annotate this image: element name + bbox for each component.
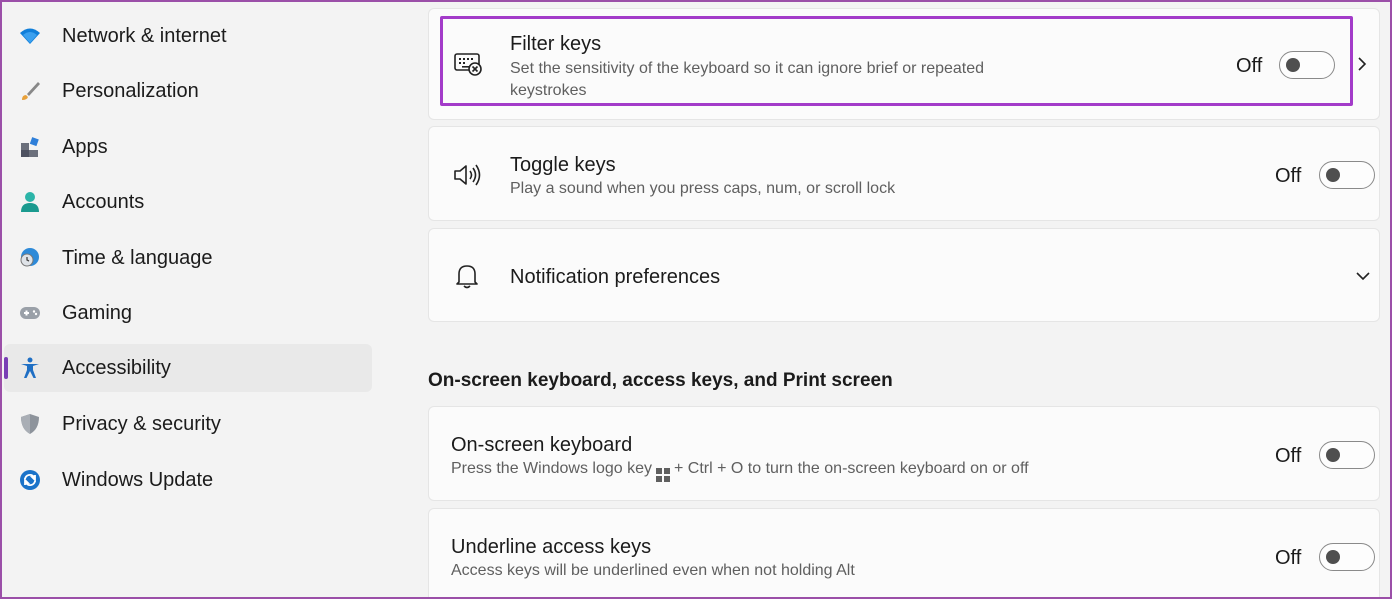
toggle-knob xyxy=(1326,168,1340,182)
sidebar-item-label: Windows Update xyxy=(62,469,214,491)
sidebar-item-label: Accessibility xyxy=(62,357,171,379)
filter-keys-description-line1: Set the sensitivity of the keyboard so i… xyxy=(510,60,985,77)
keyboard-filter-icon xyxy=(452,47,484,79)
toggle-keys-title: Toggle keys xyxy=(510,154,616,176)
wifi-icon xyxy=(18,24,42,48)
sidebar: Network & internet Personalization Apps … xyxy=(0,0,390,599)
toggle-keys-state: Off xyxy=(1275,165,1302,187)
filter-keys-title: Filter keys xyxy=(510,33,602,55)
underline-access-keys-title: Underline access keys xyxy=(451,536,652,558)
shield-icon xyxy=(18,412,42,436)
onscreen-keyboard-card[interactable]: On-screen keyboard Press the Windows log… xyxy=(428,406,1380,501)
bell-icon xyxy=(451,260,483,292)
notification-preferences-title: Notification preferences xyxy=(510,266,721,288)
sidebar-item-apps[interactable]: Apps xyxy=(4,123,372,171)
sidebar-item-label: Privacy & security xyxy=(62,413,221,435)
windows-logo-icon xyxy=(655,468,670,482)
gamepad-icon xyxy=(18,301,42,325)
toggle-knob xyxy=(1286,58,1300,72)
underline-access-keys-description: Access keys will be underlined even when… xyxy=(451,562,855,579)
sidebar-item-network[interactable]: Network & internet xyxy=(4,12,372,60)
toggle-keys-toggle[interactable] xyxy=(1319,161,1375,189)
notification-preferences-card[interactable]: Notification preferences xyxy=(428,228,1380,322)
chevron-down-icon[interactable] xyxy=(1355,268,1371,284)
underline-access-keys-state: Off xyxy=(1275,547,1302,569)
sidebar-item-time-language[interactable]: Time & language xyxy=(4,234,372,282)
underline-access-keys-card[interactable]: Underline access keys Access keys will b… xyxy=(428,508,1380,599)
sidebar-item-label: Network & internet xyxy=(62,25,227,47)
apps-icon xyxy=(18,135,42,159)
section-title: On-screen keyboard, access keys, and Pri… xyxy=(428,370,893,391)
brush-icon xyxy=(18,79,42,103)
toggle-knob xyxy=(1326,550,1340,564)
toggle-knob xyxy=(1326,448,1340,462)
toggle-keys-card[interactable]: Toggle keys Play a sound when you press … xyxy=(428,126,1380,221)
filter-keys-toggle[interactable] xyxy=(1279,51,1335,79)
onscreen-keyboard-title: On-screen keyboard xyxy=(451,434,633,456)
desc-before: Press the Windows logo key xyxy=(451,460,652,477)
toggle-keys-description: Play a sound when you press caps, num, o… xyxy=(510,180,896,197)
filter-keys-description-line2: keystrokes xyxy=(510,82,587,99)
update-icon xyxy=(18,468,42,492)
sidebar-item-windows-update[interactable]: Windows Update xyxy=(4,456,372,504)
filter-keys-card[interactable]: Filter keys Set the sensitivity of the k… xyxy=(440,16,1353,106)
active-indicator xyxy=(4,357,8,379)
sidebar-item-label: Time & language xyxy=(62,247,213,269)
sidebar-item-label: Apps xyxy=(62,136,108,158)
desc-after: + Ctrl + O to turn the on-screen keyboar… xyxy=(673,460,1029,477)
sidebar-item-gaming[interactable]: Gaming xyxy=(4,289,372,337)
underline-access-keys-toggle[interactable] xyxy=(1319,543,1375,571)
filter-keys-state: Off xyxy=(1236,55,1263,77)
speaker-icon xyxy=(451,159,483,191)
onscreen-keyboard-description: Press the Windows logo key + Ctrl + O to … xyxy=(451,458,1029,482)
sidebar-item-privacy-security[interactable]: Privacy & security xyxy=(4,400,372,448)
chevron-right-icon[interactable] xyxy=(1354,56,1370,72)
sidebar-item-label: Personalization xyxy=(62,80,199,102)
sidebar-item-label: Accounts xyxy=(62,191,145,213)
accessibility-icon xyxy=(18,356,42,380)
sidebar-item-accounts[interactable]: Accounts xyxy=(4,178,372,226)
sidebar-item-accessibility[interactable]: Accessibility xyxy=(4,344,372,392)
sidebar-item-label: Gaming xyxy=(62,302,133,324)
account-icon xyxy=(18,190,42,214)
sidebar-item-personalization[interactable]: Personalization xyxy=(4,67,372,115)
globe-clock-icon xyxy=(18,246,42,270)
onscreen-keyboard-toggle[interactable] xyxy=(1319,441,1375,469)
onscreen-keyboard-state: Off xyxy=(1275,445,1302,467)
